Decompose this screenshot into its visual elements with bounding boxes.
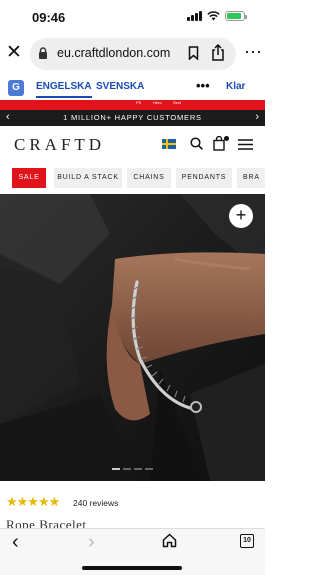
reviews-row[interactable]: ★★★★★ 240 reviews bbox=[0, 490, 265, 514]
lock-icon bbox=[39, 47, 47, 59]
carousel-dot bbox=[145, 468, 153, 470]
promo-text: Hero bbox=[153, 100, 162, 105]
category-nav: SALE BUILD A STACK CHAINS PENDANTS BRA bbox=[0, 162, 265, 194]
status-icons bbox=[187, 11, 247, 21]
promo-text: PS bbox=[136, 100, 142, 105]
hamburger-menu-icon[interactable] bbox=[238, 139, 253, 150]
close-button[interactable]: ✕ bbox=[5, 42, 23, 64]
carousel-indicator bbox=[112, 468, 153, 470]
translate-bar: G ENGELSKA SVENSKA ••• Klar bbox=[0, 76, 265, 100]
site-logo[interactable]: CRAFTD bbox=[14, 135, 105, 155]
carousel-dot bbox=[123, 468, 131, 470]
more-options-button[interactable]: ⋯ bbox=[244, 42, 263, 62]
carousel-dot bbox=[112, 468, 120, 470]
category-pendants[interactable]: PENDANTS bbox=[176, 168, 232, 188]
category-bracelets[interactable]: BRA bbox=[237, 168, 265, 188]
home-indicator bbox=[82, 566, 182, 570]
back-button[interactable]: ‹ bbox=[12, 531, 19, 554]
tab-swedish[interactable]: SVENSKA bbox=[96, 81, 144, 92]
bracelet-photo bbox=[0, 194, 265, 481]
category-build-a-stack[interactable]: BUILD A STACK bbox=[54, 168, 122, 188]
translate-done-button[interactable]: Klar bbox=[226, 81, 245, 92]
home-icon[interactable] bbox=[162, 533, 177, 548]
announcement-next-button[interactable]: › bbox=[255, 111, 259, 123]
status-time: 09:46 bbox=[32, 10, 66, 25]
review-count[interactable]: 240 reviews bbox=[73, 498, 118, 508]
signal-icon bbox=[187, 11, 202, 21]
address-field[interactable]: eu.craftdlondon.com bbox=[30, 38, 236, 70]
translate-icon[interactable]: G bbox=[8, 80, 24, 96]
status-bar: 09:46 bbox=[0, 0, 265, 34]
search-icon[interactable] bbox=[190, 137, 203, 150]
carousel-dot bbox=[134, 468, 142, 470]
category-chains[interactable]: CHAINS bbox=[127, 168, 171, 188]
promo-bar[interactable]: PS Hero Sect bbox=[0, 100, 265, 110]
bookmark-icon[interactable] bbox=[188, 46, 199, 60]
cart-badge bbox=[224, 136, 229, 141]
url-text: eu.craftdlondon.com bbox=[57, 46, 171, 60]
rating-stars: ★★★★★ bbox=[6, 494, 60, 509]
translate-more-button[interactable]: ••• bbox=[196, 78, 210, 93]
wifi-icon bbox=[207, 11, 220, 21]
tabs-button[interactable]: 10 bbox=[240, 534, 254, 548]
product-hero-image[interactable] bbox=[0, 194, 265, 481]
promo-text: Sect bbox=[173, 100, 182, 105]
tab-english[interactable]: ENGELSKA bbox=[36, 81, 92, 98]
zoom-plus-button[interactable]: + bbox=[229, 204, 253, 228]
announcement-text: 1 MILLION+ HAPPY CUSTOMERS bbox=[63, 113, 202, 122]
browser-url-bar: ✕ eu.craftdlondon.com ⋯ bbox=[0, 36, 265, 72]
announcement-bar: ‹ 1 MILLION+ HAPPY CUSTOMERS › bbox=[0, 110, 265, 126]
battery-icon bbox=[225, 11, 247, 21]
share-icon[interactable] bbox=[211, 44, 225, 61]
sweden-flag-icon[interactable] bbox=[162, 139, 176, 149]
forward-button[interactable]: › bbox=[88, 531, 95, 554]
category-sale[interactable]: SALE bbox=[12, 168, 46, 188]
site-header: CRAFTD bbox=[0, 126, 265, 162]
